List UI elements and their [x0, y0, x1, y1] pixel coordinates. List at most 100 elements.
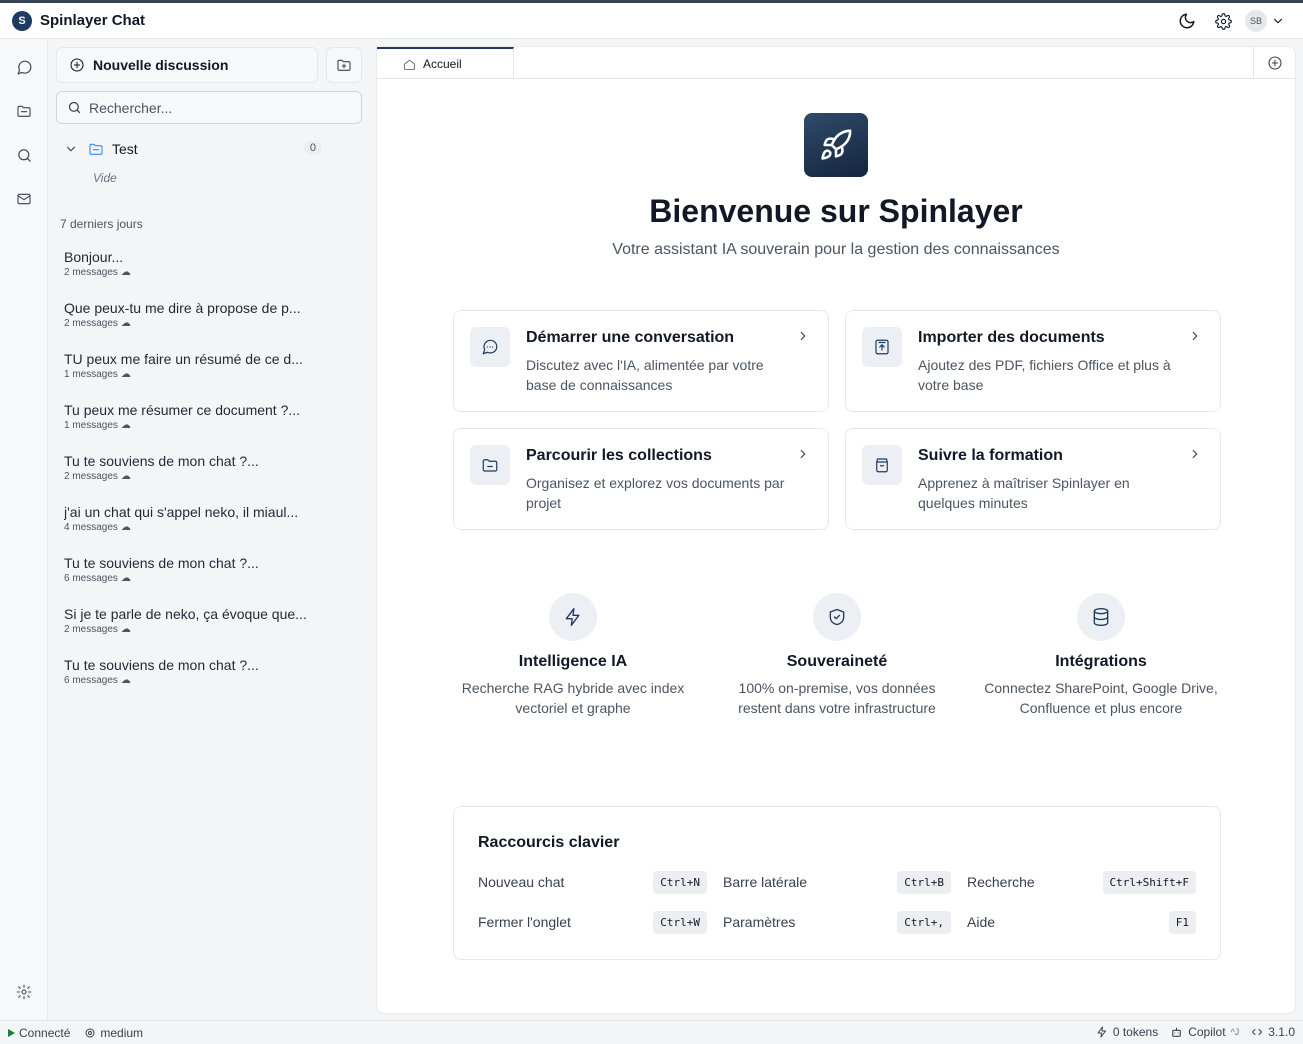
theme-toggle-button[interactable] — [1169, 8, 1205, 34]
copilot-label: Copilot — [1188, 1025, 1226, 1039]
conversation-meta: 2 messages ☁ — [64, 624, 324, 635]
rail-chat-button[interactable] — [12, 55, 36, 79]
message-count: 4 messages — [64, 522, 118, 533]
conversation-item[interactable]: Si je te parle de neko, ça évoque que...… — [64, 606, 324, 635]
card-title: Importer des documents — [918, 329, 1105, 346]
shortcut-label: Recherche — [967, 874, 1035, 890]
card-desc: Discutez avec l'IA, alimentée par votre … — [526, 357, 764, 393]
main-panel: Accueil Bienvenue sur Spinlayer Votre as… — [376, 46, 1296, 1014]
card-icon-wrap — [862, 327, 902, 367]
message-count: 6 messages — [64, 675, 118, 686]
top-actions: SB — [1169, 8, 1285, 34]
conversation-item[interactable]: Bonjour... 2 messages ☁ — [64, 249, 324, 278]
new-tab-button[interactable] — [1253, 47, 1295, 79]
conversation-item[interactable]: Tu peux me résumer ce document ?... 1 me… — [64, 402, 324, 431]
cloud-icon: ☁ — [120, 420, 131, 431]
cloud-icon: ☁ — [120, 624, 131, 635]
shortcut-label: Paramètres — [723, 914, 796, 930]
card-title: Démarrer une conversation — [526, 329, 735, 346]
rail-collections-button[interactable] — [12, 99, 36, 123]
shortcut-label: Barre latérale — [723, 874, 808, 890]
copilot-button[interactable]: Copilot ^J — [1170, 1025, 1239, 1039]
conversation-title: Tu te souviens de mon chat ?... — [64, 453, 259, 469]
chevron-down-icon — [66, 146, 76, 152]
conversation-item[interactable]: j'ai un chat qui s'appel neko, il miaul.… — [64, 504, 324, 533]
cloud-icon: ☁ — [120, 267, 131, 278]
conversation-item[interactable]: TU peux me faire un résumé de ce d... 1 … — [64, 351, 324, 380]
folder-test[interactable]: Test 0 — [64, 138, 322, 160]
search-icon — [68, 101, 81, 114]
shield-check-icon — [829, 608, 845, 626]
moon-icon — [1179, 13, 1195, 29]
tab-bar: Accueil — [377, 47, 1295, 79]
feature-icon-wrap — [1077, 593, 1125, 641]
card-icon-wrap — [470, 445, 510, 485]
card-icon-wrap — [470, 327, 510, 367]
gear-icon — [1214, 12, 1232, 30]
rail-inbox-button[interactable] — [12, 187, 36, 211]
conversation-item[interactable]: Tu te souviens de mon chat ?... 6 messag… — [64, 657, 324, 686]
conversation-meta: 2 messages ☁ — [64, 318, 324, 329]
card-browse-collections[interactable]: Parcourir les collections Organisez et e… — [453, 428, 829, 530]
home-icon — [404, 59, 415, 70]
card-start-conversation[interactable]: Démarrer une conversation Discutez avec … — [453, 310, 829, 412]
settings-button[interactable] — [1205, 8, 1241, 34]
connected-indicator-icon — [8, 1029, 15, 1037]
shortcut-label: Aide — [967, 914, 996, 930]
code-icon — [1252, 1029, 1263, 1035]
model-selector[interactable]: medium — [100, 1026, 143, 1040]
shortcut-key: Ctrl+B — [897, 870, 951, 894]
shortcut-item: Nouveau chat Ctrl+N — [478, 870, 707, 894]
feature-title: Intelligence IA — [518, 653, 628, 670]
card-training[interactable]: Suivre la formation Apprenez à maîtriser… — [845, 428, 1221, 530]
conversation-meta: 2 messages ☁ — [64, 267, 324, 278]
book-icon — [876, 458, 888, 473]
feature-integrations: Intégrations Connectez SharePoint, Googl… — [981, 593, 1221, 718]
shortcut-item: Recherche Ctrl+Shift+F — [967, 870, 1196, 894]
chevron-down-icon — [1273, 18, 1283, 24]
message-count: 2 messages — [64, 624, 118, 635]
user-menu-button[interactable]: SB — [1245, 10, 1285, 32]
mail-icon — [17, 193, 31, 205]
feature-ai: Intelligence IA Recherche RAG hybride av… — [453, 593, 693, 718]
conversation-item[interactable]: Tu te souviens de mon chat ?... 2 messag… — [64, 453, 324, 482]
chevron-right-icon — [800, 449, 806, 459]
card-icon-wrap — [862, 445, 902, 485]
tab-accueil[interactable]: Accueil — [377, 47, 514, 79]
message-count: 1 messages — [64, 369, 118, 380]
zap-icon — [1097, 1026, 1106, 1038]
search-icon — [17, 148, 31, 162]
app-title: Spinlayer Chat — [40, 12, 146, 29]
cloud-icon: ☁ — [120, 318, 131, 329]
message-count: 6 messages — [64, 573, 118, 584]
version-info: 3.1.0 — [1251, 1025, 1295, 1039]
conversation-item[interactable]: Que peux-tu me dire à propose de p... 2 … — [64, 300, 324, 329]
message-circle-icon — [17, 60, 31, 74]
shortcut-key: Ctrl+Shift+F — [1102, 870, 1196, 894]
card-import-documents[interactable]: Importer des documents Ajoutez des PDF, … — [845, 310, 1221, 412]
sidebar: Nouvelle discussion Test 0 Vide 7 dernie… — [48, 39, 376, 1020]
cloud-icon: ☁ — [120, 573, 131, 584]
card-title: Parcourir les collections — [526, 447, 712, 464]
search-input[interactable] — [89, 99, 339, 116]
message-count: 2 messages — [64, 471, 118, 482]
rail-settings-button[interactable] — [12, 980, 36, 1004]
rail-search-button[interactable] — [12, 143, 36, 167]
conversation-title: Si je te parle de neko, ça évoque que... — [64, 606, 307, 622]
search-field[interactable] — [56, 91, 362, 124]
feature-desc: Connectez SharePoint, Google Drive, Conf… — [984, 680, 1218, 716]
status-left: Connecté medium — [8, 1026, 143, 1040]
conversation-title: Tu te souviens de mon chat ?... — [64, 657, 259, 673]
conversation-title: Que peux-tu me dire à propose de p... — [64, 300, 301, 316]
card-title: Suivre la formation — [918, 447, 1063, 464]
feature-icon-wrap — [813, 593, 861, 641]
feature-desc: 100% on-premise, vos données restent dan… — [738, 680, 936, 716]
feature-title: Souveraineté — [786, 653, 888, 670]
shortcut-item: Fermer l'onglet Ctrl+W — [478, 910, 707, 934]
copilot-shortcut: ^J — [1230, 1027, 1240, 1037]
new-chat-button[interactable]: Nouvelle discussion — [56, 47, 318, 83]
feature-title: Intégrations — [1055, 653, 1147, 670]
conversation-item[interactable]: Tu te souviens de mon chat ?... 6 messag… — [64, 555, 324, 584]
new-folder-button[interactable] — [326, 47, 362, 83]
folder-icon — [89, 143, 103, 155]
